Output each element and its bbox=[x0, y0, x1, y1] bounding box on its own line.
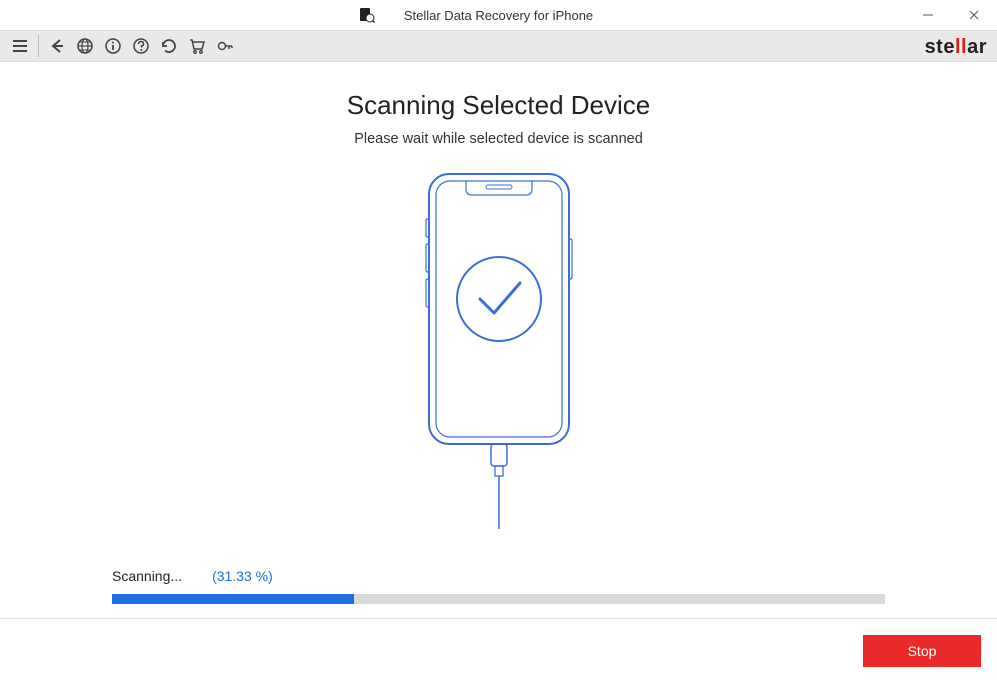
brand-text-pre: ste bbox=[925, 36, 955, 59]
brand-logo: stellar bbox=[925, 31, 987, 63]
page-heading: Scanning Selected Device bbox=[0, 90, 997, 121]
cart-icon[interactable] bbox=[183, 32, 211, 60]
titlebar: Stellar Data Recovery for iPhone bbox=[0, 0, 997, 30]
back-button[interactable] bbox=[43, 32, 71, 60]
window-title: Stellar Data Recovery for iPhone bbox=[404, 8, 593, 23]
brand-text-accent: ll bbox=[955, 36, 967, 59]
close-button[interactable] bbox=[951, 0, 997, 30]
help-icon[interactable] bbox=[127, 32, 155, 60]
footer: Stop bbox=[0, 619, 997, 683]
refresh-icon[interactable] bbox=[155, 32, 183, 60]
progress-percent: (31.33 %) bbox=[212, 568, 273, 584]
brand-text-post: ar bbox=[967, 36, 987, 59]
window-controls bbox=[905, 0, 997, 30]
progress-label: Scanning... bbox=[112, 568, 182, 584]
language-icon[interactable] bbox=[71, 32, 99, 60]
minimize-button[interactable] bbox=[905, 0, 951, 30]
progress-bar bbox=[112, 594, 885, 604]
toolbar: stellar bbox=[0, 30, 997, 62]
progress-area: Scanning... (31.33 %) bbox=[112, 568, 885, 604]
phone-illustration bbox=[0, 169, 997, 529]
toolbar-separator bbox=[38, 35, 39, 57]
stop-button[interactable]: Stop bbox=[863, 635, 981, 667]
info-icon[interactable] bbox=[99, 32, 127, 60]
main-content: Scanning Selected Device Please wait whi… bbox=[0, 62, 997, 529]
page-subheading: Please wait while selected device is sca… bbox=[0, 131, 997, 147]
app-icon bbox=[359, 7, 375, 23]
progress-fill bbox=[112, 594, 354, 604]
key-icon[interactable] bbox=[211, 32, 239, 60]
menu-icon[interactable] bbox=[6, 32, 34, 60]
